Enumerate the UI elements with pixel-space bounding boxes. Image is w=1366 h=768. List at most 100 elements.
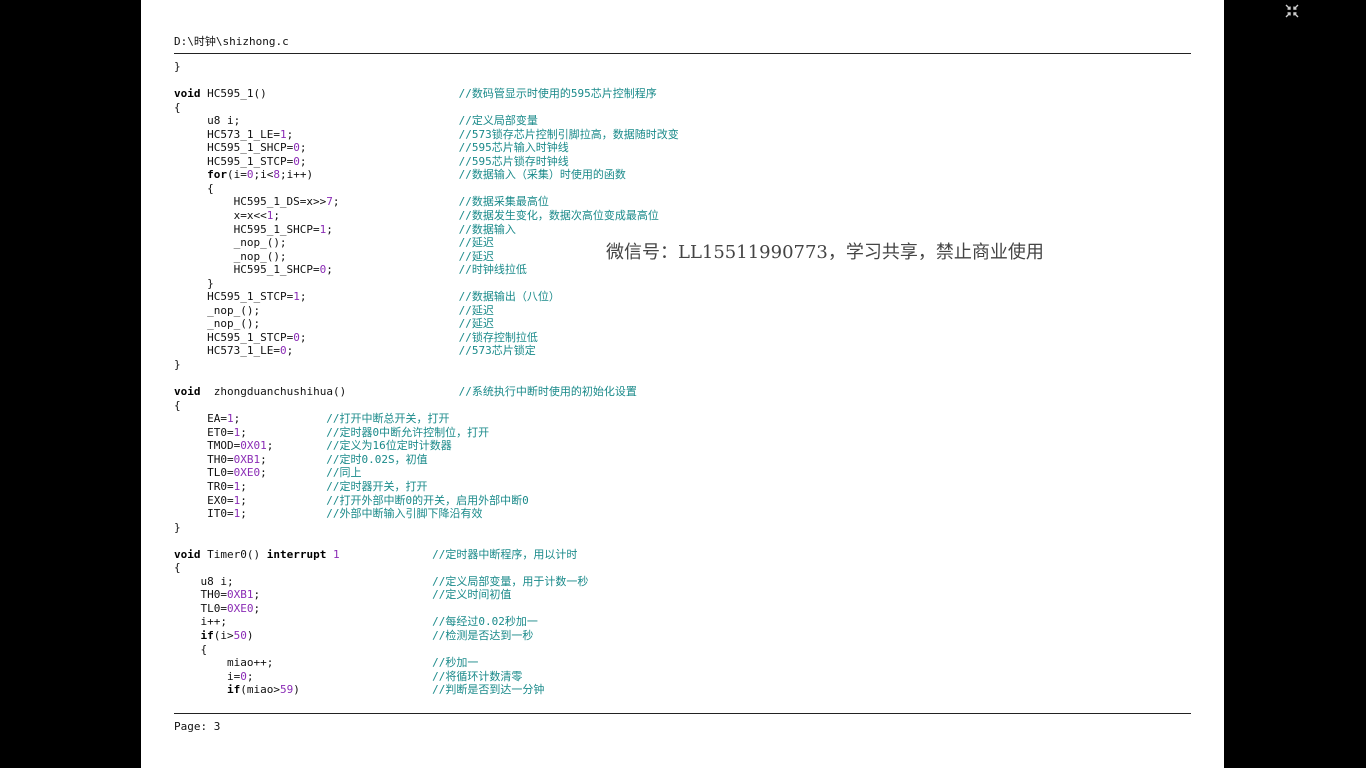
code-comment: //573锁存芯片控制引脚拉高，数据随时改变 (458, 127, 679, 141)
code-token: ; (266, 439, 274, 453)
code-keyword: void (174, 87, 201, 101)
code-number: 1 (226, 412, 234, 426)
code-token: i= (226, 669, 241, 683)
code-statement: HC573_1_LE=0; (207, 344, 293, 358)
code-token: ET0= (207, 425, 234, 439)
code-comment: //定时器0中断允许控制位，打开 (326, 425, 490, 439)
code-token: TH0= (207, 452, 234, 466)
code-token: ;i< (253, 168, 274, 182)
exit-fullscreen-icon[interactable] (1284, 3, 1300, 19)
code-token: ; (240, 507, 247, 521)
code-token: u8 i; (207, 114, 241, 128)
code-number: 59 (279, 683, 294, 697)
code-number: 1 (279, 127, 287, 141)
code-statement: { (200, 643, 207, 657)
code-token: { (200, 642, 208, 656)
code-statement: for(i=0;i<8;i++) (207, 168, 313, 182)
code-keyword: for (207, 168, 227, 182)
code-token: x=x<< (233, 209, 267, 223)
code-statement: HC595_1_STCP=0; (207, 155, 306, 169)
code-statement: TL0=0XE0; (207, 466, 267, 480)
code-token: i++; (200, 615, 227, 629)
code-number: 1 (293, 290, 300, 304)
code-statement: { (207, 182, 214, 196)
code-token: ; (299, 141, 307, 155)
code-token: (miao> (240, 683, 280, 697)
code-token: (i> (213, 628, 234, 642)
code-number: 0XB1 (233, 452, 261, 466)
code-token: HC595_1_SHCP= (233, 263, 320, 277)
code-statement: i++; (200, 615, 227, 629)
page-number: Page: 3 (174, 720, 221, 733)
code-comment: //延迟 (458, 236, 494, 250)
file-path-header: D:\时钟\shizhong.c (174, 35, 289, 48)
code-comment: //定义局部变量，用于计数一秒 (432, 574, 589, 588)
code-token: miao++; (226, 656, 274, 670)
code-token: { (174, 100, 181, 114)
code-comment: //数码管显示时使用的595芯片控制程序 (458, 87, 657, 101)
code-comment: //打开中断总开关，打开 (326, 412, 450, 426)
header-divider (174, 53, 1191, 54)
code-token: HC595_1() (200, 87, 267, 101)
code-statement: { (174, 399, 181, 413)
code-token: TMOD= (207, 439, 241, 453)
code-token: { (207, 181, 214, 195)
code-token: { (174, 561, 181, 575)
code-number: 0 (293, 154, 300, 168)
code-statement: EX0=1; (207, 494, 247, 508)
code-number: 0XB1 (226, 588, 254, 602)
code-statement: if(i>50) (200, 629, 253, 643)
code-token: ; (240, 479, 247, 493)
code-token: } (174, 520, 181, 534)
code-comment: //时钟线拉低 (458, 263, 527, 277)
code-statement: HC595_1_SHCP=0; (207, 141, 306, 155)
code-statement: _nop_(); (234, 236, 287, 250)
code-token: (i= (226, 168, 247, 182)
code-comment: //系统执行中断时使用的初始化设置 (458, 385, 637, 399)
code-token: } (174, 60, 181, 73)
footer-divider (174, 713, 1191, 714)
code-keyword: void (174, 547, 201, 561)
code-comment: //延迟 (458, 249, 494, 263)
code-token: ; (240, 425, 247, 439)
code-number: 0 (279, 344, 287, 358)
code-token: _nop_(); (233, 249, 287, 263)
code-statement: EA=1; (207, 412, 240, 426)
code-token: TR0= (207, 479, 234, 493)
code-comment: //定义局部变量 (458, 114, 538, 128)
code-number: 0X01 (240, 439, 267, 453)
code-comment: //检测是否达到一秒 (432, 628, 534, 642)
code-comment: //秒加一 (432, 656, 479, 670)
code-comment: //数据发生变化，数据次高位变成最高位 (458, 209, 659, 223)
code-statement: } (207, 277, 214, 291)
code-token: ; (273, 209, 280, 223)
code-comment: //锁存控制拉低 (458, 330, 538, 344)
code-comment: //每经过0.02秒加一 (432, 615, 538, 629)
code-statement: HC595_1_STCP=1; (207, 290, 306, 304)
code-comment: //数据输入 (458, 222, 516, 236)
code-statement: _nop_(); (234, 250, 287, 264)
code-number: 0 (293, 330, 300, 344)
code-token: ; (326, 222, 333, 236)
code-statement: { (174, 561, 181, 575)
code-token: ; (246, 669, 254, 683)
code-statement: TMOD=0X01; (207, 439, 273, 453)
code-number: 8 (273, 168, 280, 182)
code-statement: x=x<<1; (234, 209, 280, 223)
code-comment: //573芯片锁定 (458, 344, 536, 358)
code-token: ; (240, 493, 247, 507)
code-statement: HC595_1_STCP=0; (207, 331, 306, 345)
code-token: ;i++) (279, 168, 314, 182)
code-number: 0 (293, 141, 300, 155)
code-comment: //595芯片锁存时钟线 (458, 154, 569, 168)
code-statement: HC595_1_SHCP=1; (234, 223, 333, 237)
code-keyword: if (200, 628, 214, 642)
code-token: ; (260, 466, 267, 480)
code-statement: if(miao>59) (227, 683, 300, 697)
code-token: TL0= (207, 466, 234, 480)
code-comment: //595芯片输入时钟线 (458, 141, 569, 155)
code-keyword: void (174, 385, 201, 399)
code-comment: //定义为16位定时计数器 (326, 439, 452, 453)
code-statement: { (174, 101, 181, 115)
code-statement: TH0=0XB1; (207, 453, 267, 467)
